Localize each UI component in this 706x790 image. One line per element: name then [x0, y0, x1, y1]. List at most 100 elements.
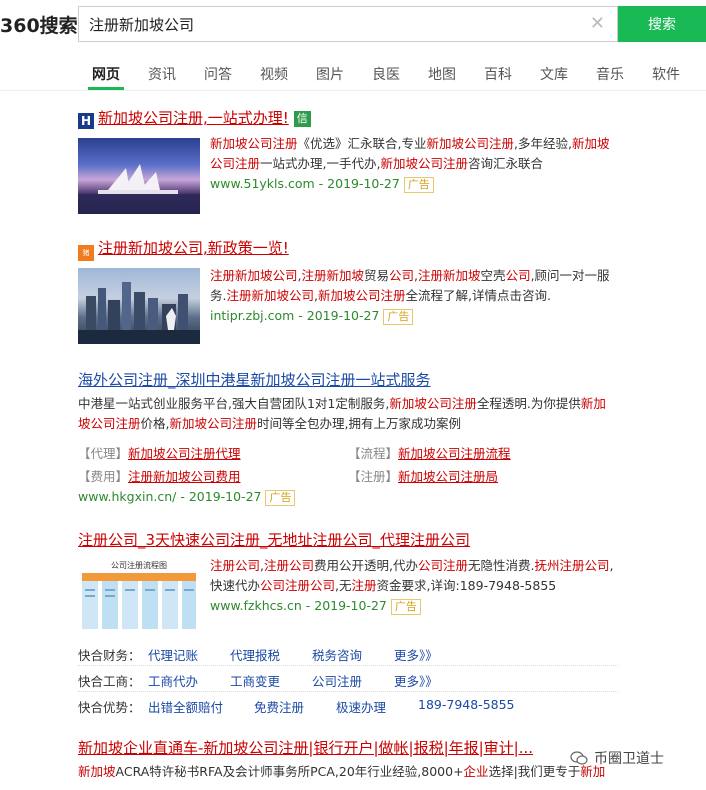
tab-software[interactable]: 软件 — [652, 64, 680, 84]
category-tabs: 网页 资讯 问答 视频 图片 良医 地图 百科 文库 音乐 软件 — [0, 56, 706, 91]
highlight-term: 公司注册公司 — [260, 578, 336, 593]
highlight-term: 新加坡公司注册 — [380, 156, 468, 171]
result-4: 注册公司_3天快速公司注册_无地址注册公司_代理注册公司 公司注册流程图 注册公… — [78, 530, 638, 640]
search-header: 360搜索 ✕ 搜索 — [0, 0, 706, 50]
result-url[interactable]: www.fzkhcs.cn — [210, 598, 302, 613]
result-2: 猪注册新加坡公司,新政策一览! 注册新加坡公司,注册新加坡贸易公司,注册新加坡空… — [78, 238, 638, 348]
row-link[interactable]: 代理记账 — [148, 645, 198, 664]
result-thumbnail[interactable] — [78, 138, 200, 214]
row-label: 快合优势： — [78, 700, 141, 715]
sitelink-label: 【流程】 — [348, 446, 399, 461]
result-snippet: 注册公司,注册公司费用公开透明,代办公司注册无隐性消费.抚州注册公司,快速代办公… — [210, 556, 618, 616]
credit-badge[interactable]: 信 — [293, 111, 311, 127]
tab-web[interactable]: 网页 — [92, 64, 120, 84]
result-thumbnail[interactable] — [78, 268, 200, 344]
result-url-line: www.fzkhcs.cn - 2019-10-27 广告 — [210, 596, 618, 616]
row-link[interactable]: 免费注册 — [254, 697, 304, 716]
row-link[interactable]: 工商代办 — [148, 671, 198, 690]
sitelink-zhuce: 【注册】新加坡公司注册局 — [348, 466, 498, 485]
row-link[interactable]: 极速办理 — [336, 697, 386, 716]
tab-map[interactable]: 地图 — [428, 64, 456, 84]
row-label: 快合财务： — [78, 648, 141, 663]
row-link[interactable]: 代理报税 — [230, 645, 280, 664]
thumbnail-caption: 公司注册流程图 — [111, 561, 167, 570]
highlight-term: 注册公司 — [264, 558, 315, 573]
highlight-term: 注册公司 — [210, 558, 261, 573]
result-date: - 2019-10-27 — [176, 489, 262, 504]
ad-badge: 广告 — [383, 308, 414, 325]
result-date: - 2019-10-27 — [294, 308, 380, 323]
result-title-row: 海外公司注册_深圳中港星新加坡公司注册一站式服务 — [78, 370, 618, 390]
search-input[interactable] — [89, 14, 579, 34]
highlight-term: 注册新加坡 — [418, 268, 481, 283]
watermark-text: 币圈卫道士 — [594, 751, 664, 767]
logo[interactable]: 360搜索 — [0, 11, 78, 38]
result-title-link[interactable]: 新加坡公司注册,一站式办理! — [98, 109, 289, 127]
row-link[interactable]: 工商变更 — [230, 671, 280, 690]
sitelink-link[interactable]: 新加坡公司注册局 — [398, 469, 498, 484]
highlight-term: 新加坡公司注册 — [317, 288, 406, 303]
tab-library[interactable]: 文库 — [540, 64, 568, 84]
result-thumbnail[interactable]: 公司注册流程图 — [78, 558, 200, 632]
snippet-text: 选择|我们更专于 — [488, 764, 581, 779]
tab-news[interactable]: 资讯 — [148, 64, 176, 84]
tab-doctor[interactable]: 良医 — [372, 64, 400, 84]
snippet-text: 价格, — [140, 416, 170, 431]
snippet-text: 空壳 — [480, 268, 506, 283]
tab-qa[interactable]: 问答 — [204, 64, 232, 84]
snippet-text: 《优选》汇永联合,专业 — [297, 136, 427, 151]
snippet-text: 费用公开透明,代办 — [314, 558, 418, 573]
result-title-link[interactable]: 注册新加坡公司,新政策一览! — [98, 239, 289, 257]
snippet-text: 一站式办理,一手代办, — [260, 156, 381, 171]
sitelink-label: 【注册】 — [348, 469, 399, 484]
highlight-term: 新加坡公司注册 — [389, 396, 477, 411]
search-button[interactable]: 搜索 — [618, 6, 706, 42]
result-url-line: intipr.zbj.com - 2019-10-27 广告 — [210, 306, 618, 326]
sitelink-daili: 【代理】新加坡公司注册代理 — [78, 443, 241, 462]
highlight-term: 注册新加坡 — [301, 268, 365, 283]
opera-house-image — [78, 164, 200, 214]
site-logo-icon: 猪 — [78, 245, 94, 261]
result-1: H 新加坡公司注册,一站式办理! 信 新加坡公司注册 《优选》汇永联合,专业新加坡公司… — [78, 108, 638, 218]
more-link[interactable]: 更多》》 — [394, 645, 438, 664]
sitelink-label: 【费用】 — [78, 469, 129, 484]
tab-music[interactable]: 音乐 — [596, 64, 624, 84]
result-title-link[interactable]: 注册公司_3天快速公司注册_无地址注册公司_代理注册公司 — [78, 531, 470, 549]
result-url[interactable]: www.51ykls.com — [210, 176, 315, 191]
singapore-skyline-image — [78, 282, 200, 344]
result-title-row: 猪注册新加坡公司,新政策一览! — [78, 238, 638, 261]
sitelink-link[interactable]: 新加坡公司注册代理 — [128, 446, 241, 461]
watermark: 币圈卫道士 — [570, 748, 664, 768]
search-box[interactable]: ✕ — [78, 6, 618, 42]
result-url[interactable]: intipr.zbj.com — [210, 308, 294, 323]
snippet-text: ,多年经验, — [514, 136, 572, 151]
result-title-link[interactable]: 海外公司注册_深圳中港星新加坡公司注册一站式服务 — [78, 371, 431, 389]
row-link[interactable]: 出错全额赔付 — [148, 697, 223, 716]
more-link[interactable]: 更多》》 — [394, 671, 438, 690]
sitelink-link[interactable]: 新加坡公司注册流程 — [398, 446, 511, 461]
result-title-row: H 新加坡公司注册,一站式办理! 信 — [78, 108, 638, 129]
result-snippet: 新加坡公司注册《优选》汇永联合,专业新加坡公司注册,多年经验,新加坡公司注册一站… — [210, 134, 618, 194]
snippet-text: 全程透明.为你提供 — [476, 396, 581, 411]
site-h-icon: H — [78, 113, 94, 129]
snippet-text: ACRA特许秘书RFA及会计师事务所PCA,20年行业经验,8000+ — [115, 764, 464, 779]
active-tab-indicator — [88, 87, 124, 90]
highlight-term: 注册新加坡公司 — [210, 268, 298, 283]
row-divider — [78, 691, 618, 692]
row-link[interactable]: 税务咨询 — [312, 645, 362, 664]
ad-badge: 广告 — [403, 176, 434, 193]
clear-icon[interactable]: ✕ — [590, 13, 605, 34]
highlight-term: 公司注册 — [418, 558, 469, 573]
highlight-term: 公司 — [505, 268, 531, 283]
tab-baike[interactable]: 百科 — [484, 64, 512, 84]
sitelink-link[interactable]: 注册新加坡公司费用 — [128, 469, 241, 484]
tab-video[interactable]: 视频 — [260, 64, 288, 84]
result-title-link[interactable]: 新加坡企业直通车-新加坡公司注册|银行开户|做帐|报税|年报|审计|... — [78, 739, 533, 757]
result-url[interactable]: www.hkgxin.cn/ — [78, 489, 176, 504]
row-link[interactable]: 公司注册 — [312, 671, 362, 690]
phone-link[interactable]: 189-7948-5855 — [418, 697, 515, 712]
result-snippet: 中港星一站式创业服务平台,强大自营团队1对1定制服务,新加坡公司注册全程透明.为… — [78, 394, 618, 434]
ad-badge: 广告 — [265, 489, 296, 506]
highlight-term: 公司 — [389, 268, 415, 283]
tab-images[interactable]: 图片 — [316, 64, 344, 84]
